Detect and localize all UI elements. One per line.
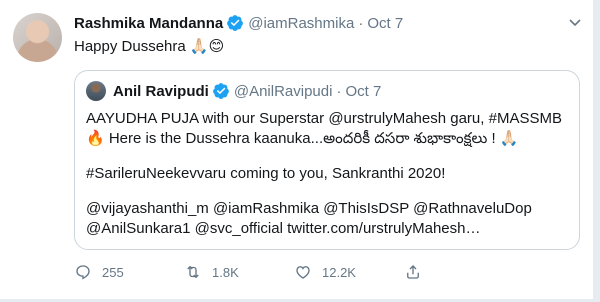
quoted-author-name: Anil Ravipudi (113, 82, 209, 100)
quoted-line: @AnilSunkara1 @svc_official twitter.com/… (86, 220, 481, 237)
quoted-tweet[interactable]: Anil Ravipudi @AnilRavipudi · Oct 7 AAYU… (74, 70, 580, 250)
reply-button[interactable]: 255 (74, 263, 184, 281)
like-button[interactable]: 12.2K (294, 263, 404, 281)
quoted-author-handle: @AnilRavipudi (233, 82, 333, 100)
like-icon (296, 266, 310, 279)
avatar[interactable] (13, 13, 62, 62)
reply-count: 255 (102, 264, 124, 280)
retweet-button[interactable]: 1.8K (184, 263, 294, 281)
quoted-gap (86, 149, 572, 164)
verified-badge-icon (212, 82, 230, 100)
quoted-text: AAYUDHA PUJA with our Superstar @urstrul… (86, 109, 572, 239)
quoted-gap (86, 184, 572, 199)
tweet-actions: 255 1.8K 12.2K (74, 262, 514, 282)
quoted-line: @vijayashanthi_m @iamRashmika @ThisIsDSP… (86, 200, 532, 217)
separator-dot: · (336, 82, 342, 100)
tweet-text-body: Happy Dussehra (74, 38, 186, 55)
quoted-date: Oct 7 (345, 82, 382, 100)
tweet-date[interactable]: Oct 7 (367, 15, 403, 32)
quoted-header: Anil Ravipudi @AnilRavipudi · Oct 7 (113, 81, 381, 101)
tweet-card[interactable]: Rashmika Mandanna @iamRashmika · Oct 7 H… (0, 0, 594, 300)
retweet-count: 1.8K (212, 264, 239, 280)
tweet-emojis: 🙏🏻😊 (189, 38, 225, 55)
like-count: 12.2K (322, 264, 356, 280)
caret-down-icon[interactable] (567, 14, 583, 30)
quoted-line: #SarileruNeekevvaru coming to you, Sankr… (86, 165, 446, 182)
quoted-line: 🔥 Here is the Dussehra kaanuka...అందరికీ… (86, 130, 519, 147)
quoted-avatar (86, 81, 106, 101)
share-icon (407, 265, 419, 279)
tweet-text: Happy Dussehra 🙏🏻😊 (74, 37, 224, 57)
author-name[interactable]: Rashmika Mandanna (74, 15, 223, 32)
verified-badge-icon (226, 14, 244, 32)
share-button[interactable] (404, 263, 514, 281)
author-handle[interactable]: @iamRashmika (248, 15, 354, 32)
quoted-line: AAYUDHA PUJA with our Superstar @urstrul… (86, 110, 562, 127)
tweet-header: Rashmika Mandanna @iamRashmika · Oct 7 (74, 13, 403, 33)
separator-dot: · (358, 14, 364, 32)
retweet-icon (187, 265, 199, 279)
reply-icon (76, 265, 90, 280)
